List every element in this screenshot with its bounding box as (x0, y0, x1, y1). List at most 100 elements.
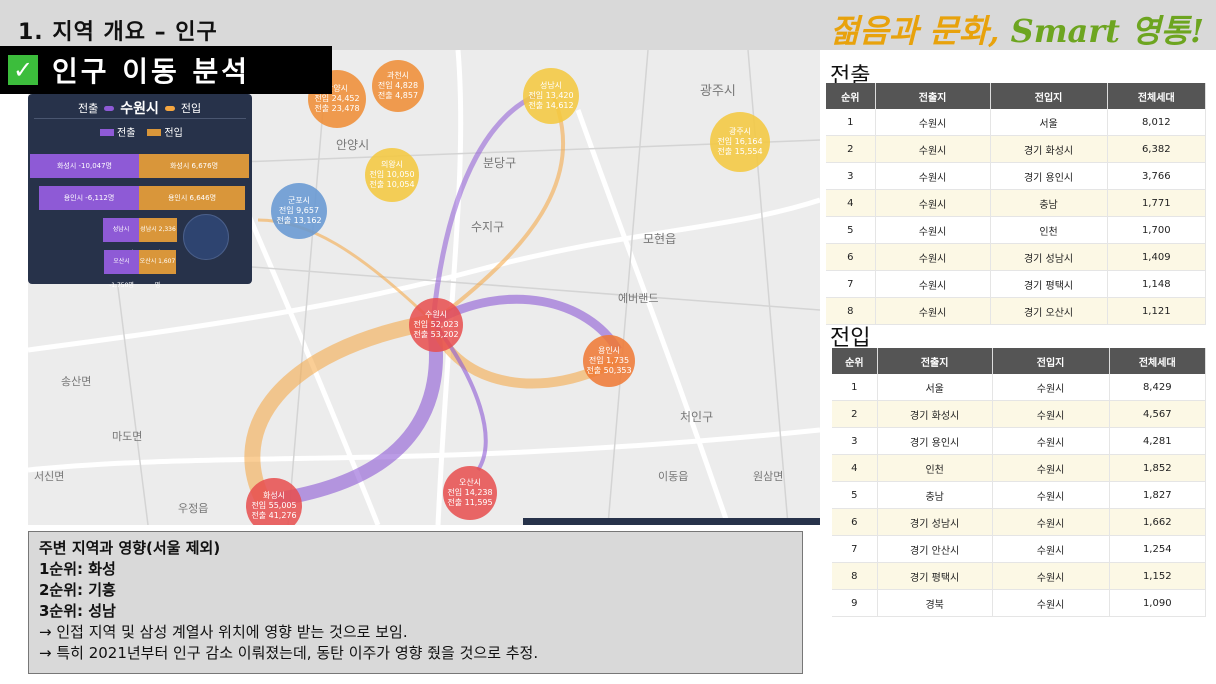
cell: 인천 (990, 216, 1108, 244)
cell: 1 (832, 374, 878, 401)
bubble-name: 군포시 (287, 196, 311, 205)
cell: 4,281 (1109, 427, 1207, 455)
cell: 1,090 (1109, 589, 1207, 617)
bubble-name: 의왕시 (380, 160, 404, 169)
cell: 경기 평택시 (990, 270, 1108, 298)
cell: 수원시 (992, 589, 1110, 617)
cell: 1,852 (1109, 454, 1207, 482)
cell: 경기 성남시 (990, 243, 1108, 271)
map-label: 광주시 (700, 84, 736, 99)
map-scrollbar[interactable] (523, 518, 820, 525)
map-label: 송산면 (61, 375, 92, 388)
bubble-uiwang[interactable]: 의왕시 전입 10,050 전출 10,054 (365, 148, 419, 202)
bubble-out: 전출 11,595 (447, 498, 493, 507)
cell: 수원시 (875, 243, 991, 271)
summary-rank-2: 2순위: 기흥 (39, 581, 116, 599)
bar-in: 오산시 1,607명 (139, 250, 176, 289)
panel-in-label: 전입 (180, 102, 202, 115)
bubble-name: 과천시 (386, 71, 410, 80)
cell: 수원시 (992, 454, 1110, 482)
col-header: 전입지 (992, 348, 1110, 374)
checkbox-icon: ✓ (8, 55, 38, 85)
cell: 8 (832, 562, 878, 590)
cell: 6,382 (1107, 135, 1207, 163)
cell: 6 (826, 243, 876, 271)
migration-panel: 전출 수원시 전입 전출 전입 화성시 -10,047명 화성시 6,676명 … (28, 94, 252, 289)
cell: 수원시 (875, 135, 991, 163)
brand-text-1: 젊음과 문화, (829, 12, 1011, 50)
cell: 경기 화성시 (877, 400, 993, 428)
table-row: 5 수원시 인천 1,700 (826, 216, 1207, 244)
bar-out: 용인시 -6,112명 (39, 186, 139, 210)
table-row: 6 경기 성남시 수원시 1,662 (832, 508, 1207, 536)
cell: 수원시 (875, 297, 991, 325)
col-header: 전체세대 (1109, 348, 1207, 374)
cell: 6 (832, 508, 878, 536)
cell: 2 (826, 135, 876, 163)
cell: 수원시 (992, 562, 1110, 590)
col-header: 전출지 (875, 83, 991, 109)
cell: 충남 (990, 189, 1108, 217)
bubble-name: 성남시 (539, 81, 563, 90)
col-header: 전체세대 (1107, 83, 1207, 109)
summary-rank-1: 1순위: 화성 (39, 560, 116, 578)
cell: 8 (826, 297, 876, 325)
map-label: 안양시 (336, 138, 370, 152)
col-header: 전입지 (990, 83, 1108, 109)
col-header: 순위 (826, 83, 876, 109)
cell: 5 (832, 481, 878, 509)
bar-in: 화성시 6,676명 (139, 154, 249, 178)
cell: 충남 (877, 481, 993, 509)
section-title: 인구 이동 분석 (52, 55, 251, 88)
bar-out: 오산시 -1,750명 (104, 250, 139, 289)
bubble-out: 전출 41,276 (251, 511, 297, 520)
bubble-gunpo[interactable]: 군포시 전입 9,657 전출 13,162 (271, 183, 327, 239)
bubble-out: 전출 53,202 (413, 330, 459, 339)
table-row: 6 수원시 경기 성남시 1,409 (826, 243, 1207, 271)
cell: 경기 용인시 (877, 427, 993, 455)
bubble-in: 전입 24,452 (314, 94, 360, 103)
bubble-out: 전출 13,162 (276, 216, 322, 225)
bubble-in: 전입 52,023 (413, 320, 459, 329)
map-label: 서신면 (34, 470, 65, 483)
section-header: ✓ 인구 이동 분석 (0, 46, 332, 94)
cell: 1,121 (1107, 297, 1207, 325)
cell: 1,254 (1109, 535, 1207, 563)
brand-logo: 젊음과 문화, Smart 영통! (830, 6, 1204, 52)
bubble-gwangju[interactable]: 광주시 전입 16,164 전출 15,554 (710, 112, 770, 172)
table-row: 5 충남 수원시 1,827 (832, 481, 1207, 509)
bubble-out: 전출 15,554 (717, 147, 763, 156)
map-label: 에버랜드 (618, 292, 659, 305)
bubble-in: 전입 9,657 (278, 206, 320, 215)
cell: 서울 (990, 109, 1108, 136)
bubble-gwacheon[interactable]: 과천시 전입 4,828 전출 4,857 (372, 60, 424, 112)
cell: 2 (832, 400, 878, 428)
cell: 경기 용인시 (990, 162, 1108, 190)
bubble-seongnam[interactable]: 성남시 전입 13,420 전출 14,612 (523, 68, 579, 124)
bubble-yongin[interactable]: 용인시 전입 1,735 전출 50,353 (583, 335, 635, 387)
panel-out-label: 전출 (78, 102, 99, 115)
table-row: 8 수원시 경기 오산시 1,121 (826, 297, 1207, 325)
cell: 수원시 (875, 162, 991, 190)
cell: 3,766 (1107, 162, 1207, 190)
cell: 1,827 (1109, 481, 1207, 509)
in-swatch (164, 105, 175, 111)
cell: 수원시 (875, 189, 991, 217)
bubble-name: 수원시 (424, 310, 448, 319)
cell: 4,567 (1109, 400, 1207, 428)
bubble-osan[interactable]: 오산시 전입 14,238 전출 11,595 (443, 466, 497, 520)
table-row: 8 경기 평택시 수원시 1,152 (832, 562, 1207, 590)
table-row: 3 수원시 경기 용인시 3,766 (826, 162, 1207, 190)
bubble-in: 전입 13,420 (528, 91, 574, 100)
table-row: 4 인천 수원시 1,852 (832, 454, 1207, 482)
table-out: 순위 전출지 전입지 전체세대 1 수원시 서울 8,012 2 수원시 경기 화성시 6,… (826, 83, 1207, 325)
cell: 경기 성남시 (877, 508, 993, 536)
bubble-hwaseong[interactable]: 화성시 전입 55,005 전출 41,276 (246, 478, 302, 525)
map-label: 분당구 (483, 156, 517, 170)
table-row: 1 서울 수원시 8,429 (832, 374, 1207, 401)
table-row: 3 경기 용인시 수원시 4,281 (832, 427, 1207, 455)
table-row: 7 경기 안산시 수원시 1,254 (832, 535, 1207, 563)
map-label: 모현읍 (643, 232, 677, 246)
bubble-suwon[interactable]: 수원시 전입 52,023 전출 53,202 (409, 298, 463, 352)
table-row: 2 수원시 경기 화성시 6,382 (826, 135, 1207, 163)
